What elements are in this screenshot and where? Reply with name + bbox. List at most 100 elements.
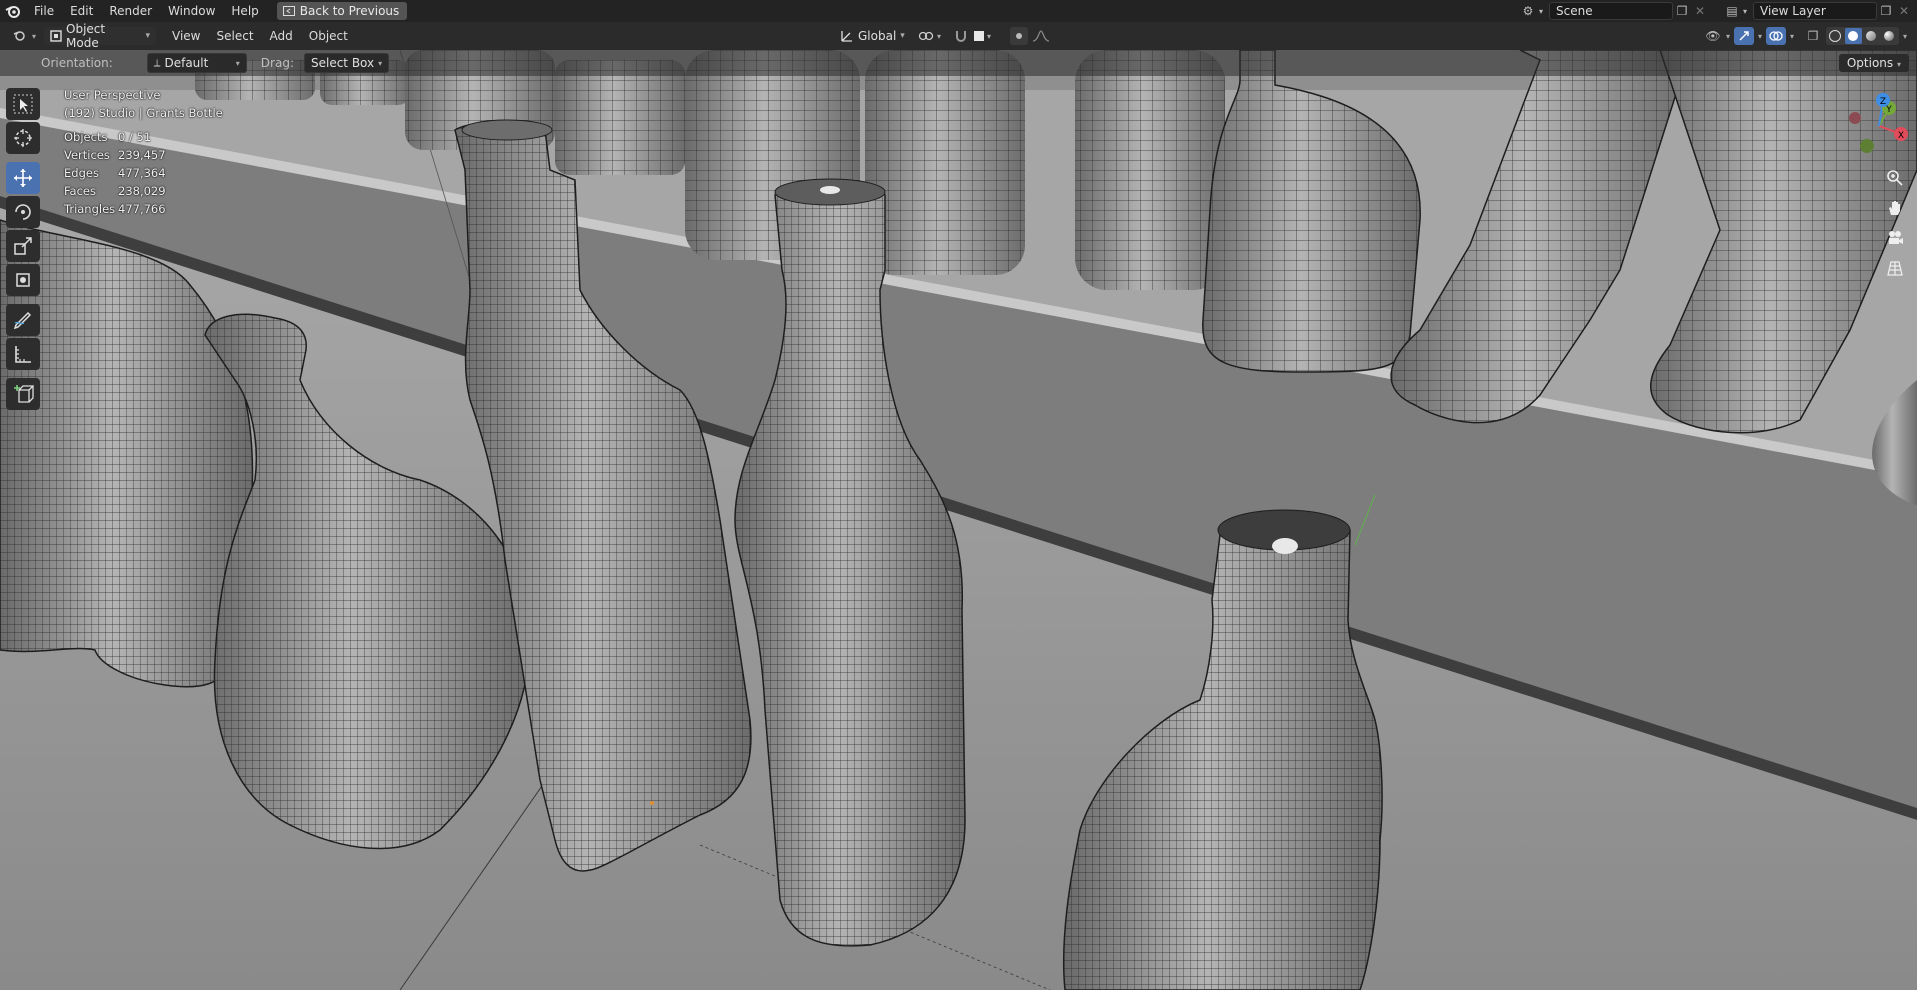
gizmo-arrow-icon bbox=[1739, 31, 1749, 41]
drag-label: Drag: bbox=[260, 56, 294, 70]
stat-value: 239,457 bbox=[118, 148, 166, 162]
snap-target-dropdown[interactable]: ▾ bbox=[974, 31, 991, 41]
stat-value: 477,364 bbox=[118, 166, 166, 180]
view-perspective-label: User Perspective bbox=[64, 88, 161, 102]
scale-tool[interactable] bbox=[6, 230, 40, 262]
menu-render[interactable]: Render bbox=[101, 0, 160, 22]
scene-selector-area: ⚙ ▾ Scene ❐ ✕ ▤ ▾ View Layer ❐ ✕ bbox=[1519, 0, 1917, 22]
axis-gizmo-icon: X Y Z bbox=[1849, 93, 1908, 153]
gizmo-toggle[interactable] bbox=[1733, 27, 1754, 45]
chevron-down-icon: ▾ bbox=[937, 31, 942, 41]
wireframe-shading-icon[interactable] bbox=[1827, 28, 1844, 44]
xray-toggle-icon[interactable]: ❐ bbox=[1804, 27, 1822, 45]
perspective-grid-icon[interactable] bbox=[1883, 256, 1907, 280]
solid-shading-icon[interactable] bbox=[1844, 28, 1862, 44]
view-layer-icon[interactable]: ▤ bbox=[1723, 2, 1741, 20]
rendered-shading-icon[interactable] bbox=[1881, 28, 1898, 44]
snap-toggle[interactable] bbox=[952, 27, 970, 45]
scene-icon[interactable]: ⚙ bbox=[1519, 2, 1537, 20]
rotate-icon bbox=[15, 204, 31, 220]
mode-dropdown[interactable]: Object Mode ▾ bbox=[44, 22, 157, 50]
cursor-tool[interactable] bbox=[6, 122, 40, 154]
menu-select[interactable]: Select bbox=[209, 29, 262, 43]
orientation-label: Orientation: bbox=[41, 56, 113, 70]
camera-icon[interactable] bbox=[1883, 226, 1907, 250]
proportional-edit-toggle[interactable] bbox=[1010, 27, 1028, 45]
stat-label: Faces bbox=[64, 184, 96, 198]
overlay-toggle[interactable] bbox=[1765, 27, 1786, 45]
annotate-tool[interactable] bbox=[6, 304, 40, 336]
menu-object[interactable]: Object bbox=[301, 29, 356, 43]
material-shading-icon[interactable] bbox=[1863, 28, 1880, 44]
pivot-point-dropdown[interactable]: ▾ bbox=[918, 29, 941, 43]
menu-add[interactable]: Add bbox=[262, 29, 301, 43]
gizmo-y-label: Y bbox=[1885, 105, 1892, 115]
orientation-dropdown[interactable]: ⟂ Default ▾ bbox=[146, 53, 247, 73]
transform-orientation-dropdown[interactable]: Global ▾ bbox=[834, 27, 911, 45]
transform-tool[interactable] bbox=[6, 264, 40, 296]
3d-cursor-icon bbox=[14, 129, 32, 147]
stat-value: 0 / 51 bbox=[118, 130, 152, 144]
close-scene-icon[interactable]: ✕ bbox=[1691, 2, 1709, 20]
blender-logo-icon[interactable] bbox=[0, 0, 26, 22]
gizmo-x-label: X bbox=[1898, 131, 1904, 141]
pivot-icon bbox=[918, 31, 934, 41]
copy-scene-icon[interactable]: ❐ bbox=[1673, 2, 1691, 20]
chevron-down-icon: ▾ bbox=[32, 31, 37, 41]
back-icon bbox=[282, 6, 295, 16]
falloff-dropdown[interactable] bbox=[1032, 29, 1050, 43]
chevron-down-icon: ▾ bbox=[900, 31, 905, 41]
menu-view[interactable]: View bbox=[164, 29, 208, 43]
drag-dropdown[interactable]: Select Box ▾ bbox=[303, 53, 390, 73]
3d-viewport[interactable] bbox=[0, 50, 1917, 990]
active-object-label: (192) Studio | Grants Bottle bbox=[64, 106, 223, 120]
chevron-down-icon: ▾ bbox=[987, 31, 992, 41]
pan-hand-icon[interactable] bbox=[1883, 196, 1907, 220]
viewport-scene-render bbox=[0, 50, 1917, 990]
copy-view-layer-icon[interactable]: ❐ bbox=[1877, 2, 1895, 20]
shading-buttons bbox=[1825, 27, 1899, 45]
ruler-icon bbox=[15, 346, 31, 363]
move-arrows-icon bbox=[14, 169, 32, 187]
top-menu-bar: File Edit Render Window Help Back to Pre… bbox=[0, 0, 1917, 22]
options-dropdown[interactable]: Options ▾ bbox=[1838, 54, 1909, 72]
editor-type-icon[interactable] bbox=[10, 27, 32, 45]
mode-label: Object Mode bbox=[66, 22, 106, 50]
add-cube-tool[interactable] bbox=[6, 378, 40, 410]
viewport-info-overlay: User Perspective (192) Studio | Grants B… bbox=[64, 86, 223, 218]
add-cube-icon bbox=[14, 385, 34, 403]
chevron-down-icon: ▾ bbox=[1742, 6, 1747, 16]
scene-name-field[interactable]: Scene bbox=[1549, 2, 1673, 20]
visibility-eye-icon[interactable]: 👁 bbox=[1704, 27, 1722, 45]
pencil-icon bbox=[13, 311, 32, 330]
viewport-header: ▾ Object Mode ▾ View Select Add Object G… bbox=[0, 22, 1917, 50]
zoom-icon[interactable] bbox=[1883, 166, 1907, 190]
view-layer-field[interactable]: View Layer bbox=[1753, 2, 1877, 20]
chevron-down-icon: ▾ bbox=[1896, 60, 1901, 69]
global-axes-icon bbox=[841, 31, 852, 42]
back-to-previous-button[interactable]: Back to Previous bbox=[276, 2, 408, 20]
stat-label: Triangles bbox=[64, 202, 116, 216]
menu-edit[interactable]: Edit bbox=[62, 0, 101, 22]
menu-help[interactable]: Help bbox=[223, 0, 266, 22]
move-tool[interactable] bbox=[6, 162, 40, 194]
options-label: Options bbox=[1846, 56, 1894, 70]
select-cursor-icon bbox=[13, 94, 33, 114]
transform-orientation-label: Global bbox=[858, 29, 897, 43]
select-box-tool[interactable] bbox=[6, 88, 40, 120]
gizmo-z-label: Z bbox=[1880, 97, 1886, 107]
orientation-value: Default bbox=[164, 56, 209, 70]
menu-window[interactable]: Window bbox=[160, 0, 223, 22]
measure-tool[interactable] bbox=[6, 338, 40, 370]
close-view-layer-icon[interactable]: ✕ bbox=[1895, 2, 1913, 20]
drag-value: Select Box bbox=[310, 56, 375, 70]
chevron-down-icon: ▾ bbox=[378, 58, 383, 68]
stat-value: 238,029 bbox=[118, 184, 166, 198]
rotate-tool[interactable] bbox=[6, 196, 40, 228]
navigation-gizmo[interactable]: X Y Z bbox=[1841, 86, 1911, 166]
menu-file[interactable]: File bbox=[26, 0, 62, 22]
chevron-down-icon[interactable]: ▾ bbox=[1903, 32, 1907, 41]
stat-label: Vertices bbox=[64, 148, 110, 162]
snap-increment-icon bbox=[974, 31, 984, 41]
chevron-down-icon: ▾ bbox=[1757, 31, 1762, 41]
